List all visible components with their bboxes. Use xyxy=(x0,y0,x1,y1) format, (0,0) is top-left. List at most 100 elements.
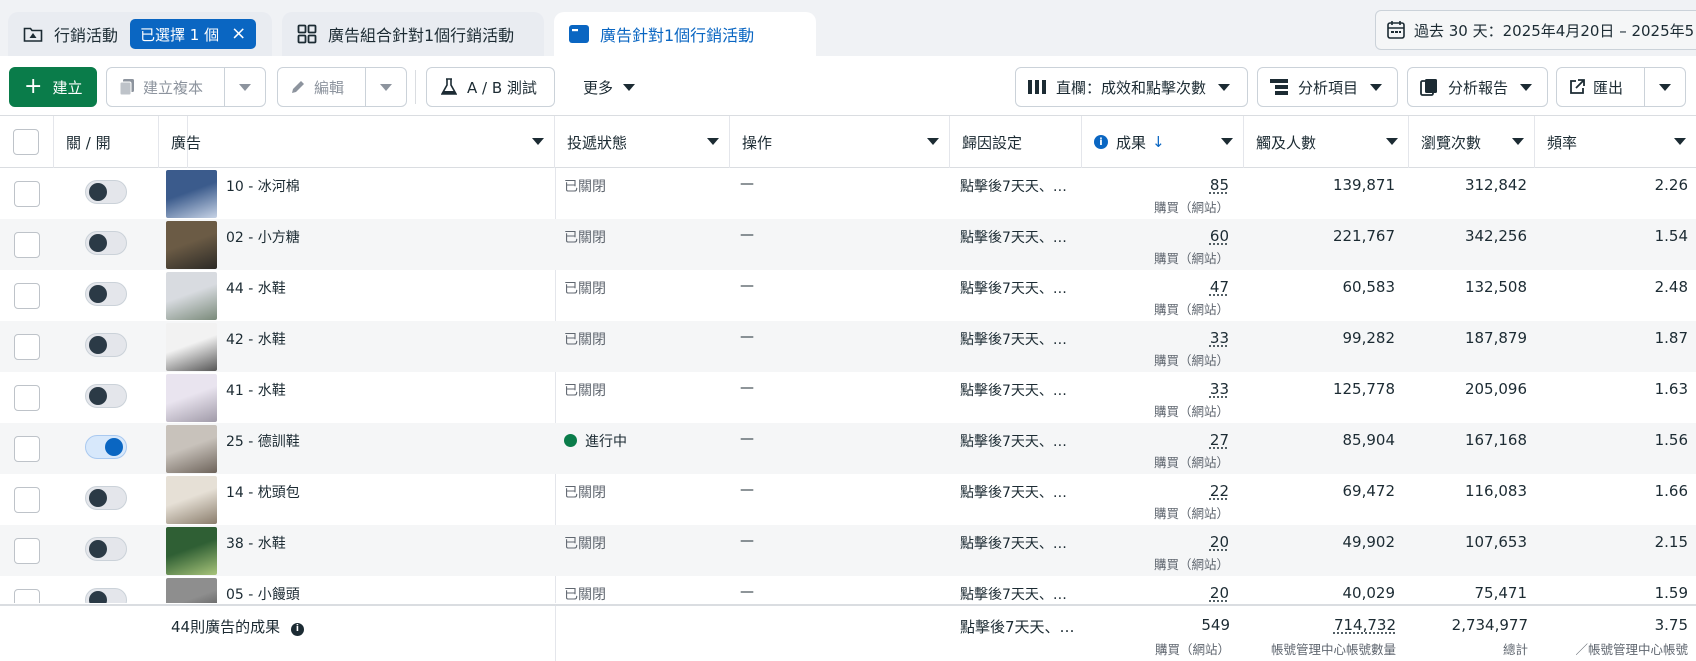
ad-toggle[interactable] xyxy=(85,537,127,561)
ad-thumbnail[interactable] xyxy=(166,170,217,218)
select-all-checkbox[interactable] xyxy=(13,129,39,155)
ad-toggle[interactable] xyxy=(85,588,127,603)
header-impressions[interactable]: 瀏覽次數 xyxy=(1409,116,1535,168)
ad-toggle[interactable] xyxy=(85,231,127,255)
chevron-down-icon[interactable] xyxy=(1221,138,1233,145)
ad-thumbnail[interactable] xyxy=(166,221,217,269)
ad-name[interactable]: 42 - 水鞋 xyxy=(226,329,286,349)
header-actions[interactable]: 操作 xyxy=(730,116,950,168)
row-checkbox[interactable] xyxy=(14,181,40,207)
table-row[interactable]: 02 - 小方糖 已關閉 — 點擊後7天天、… 60 購買（網站） 221,76… xyxy=(0,219,1696,270)
row-checkbox[interactable] xyxy=(14,436,40,462)
row-checkbox[interactable] xyxy=(14,334,40,360)
results-value[interactable]: 20 xyxy=(1210,533,1229,551)
ad-name[interactable]: 25 - 德訓鞋 xyxy=(226,431,300,451)
results-value[interactable]: 47 xyxy=(1210,278,1229,296)
results-value[interactable]: 85 xyxy=(1210,176,1229,194)
row-checkbox[interactable] xyxy=(14,385,40,411)
ad-thumbnail[interactable] xyxy=(166,527,217,575)
ad-toggle[interactable] xyxy=(85,333,127,357)
table-row[interactable]: 14 - 枕頭包 已關閉 — 點擊後7天天、… 22 購買（網站） 69,472… xyxy=(0,474,1696,525)
ad-name[interactable]: 14 - 枕頭包 xyxy=(226,482,300,502)
more-button[interactable]: 更多 xyxy=(570,67,648,107)
chevron-down-icon[interactable] xyxy=(1674,138,1686,145)
tab-ads[interactable]: 廣告針對1個行銷活動 xyxy=(554,12,816,56)
table-row[interactable]: 44 - 水鞋 已關閉 — 點擊後7天天、… 47 購買（網站） 60,583 … xyxy=(0,270,1696,321)
results-value[interactable]: 22 xyxy=(1210,482,1229,500)
reports-button[interactable]: 分析報告 xyxy=(1407,67,1548,107)
row-checkbox[interactable] xyxy=(14,487,40,513)
actions-value: — xyxy=(740,227,754,243)
chevron-down-icon[interactable] xyxy=(1386,138,1398,145)
ad-name[interactable]: 10 - 冰河棉 xyxy=(226,176,300,196)
ad-toggle[interactable] xyxy=(85,486,127,510)
header-ad[interactable]: 廣告 xyxy=(158,116,555,168)
attribution-value: 點擊後7天天、… xyxy=(960,536,1067,552)
chevron-down-icon[interactable] xyxy=(707,138,719,145)
ad-toggle[interactable] xyxy=(85,384,127,408)
results-value[interactable]: 33 xyxy=(1210,329,1229,347)
chevron-down-icon[interactable] xyxy=(532,138,544,145)
ad-toggle[interactable] xyxy=(85,180,127,204)
row-checkbox[interactable] xyxy=(14,589,40,603)
export-button[interactable]: 匯出 xyxy=(1556,67,1686,107)
footer-reach[interactable]: 714,732 xyxy=(1334,616,1396,634)
attribution-value: 點擊後7天天、… xyxy=(960,281,1067,297)
selected-badge[interactable]: 已選擇 1 個 × xyxy=(130,19,257,49)
chevron-down-icon[interactable] xyxy=(1512,138,1524,145)
ad-thumbnail[interactable] xyxy=(166,425,217,473)
row-checkbox[interactable] xyxy=(14,538,40,564)
ad-thumbnail[interactable] xyxy=(166,578,217,603)
table-row[interactable]: 42 - 水鞋 已關閉 — 點擊後7天天、… 33 購買（網站） 99,282 … xyxy=(0,321,1696,372)
results-value[interactable]: 27 xyxy=(1210,431,1229,449)
ad-name[interactable]: 44 - 水鞋 xyxy=(226,278,286,298)
breakdown-button[interactable]: 分析項目 xyxy=(1257,67,1398,107)
edit-dropdown[interactable] xyxy=(366,68,406,106)
info-icon[interactable]: i xyxy=(290,622,304,636)
clear-selection-icon[interactable]: × xyxy=(231,25,246,43)
create-button[interactable]: + 建立 xyxy=(9,67,97,107)
duplicate-dropdown[interactable] xyxy=(225,68,265,106)
header-results[interactable]: i 成果 ↓ xyxy=(1082,116,1244,168)
chevron-down-icon[interactable] xyxy=(927,138,939,145)
row-checkbox[interactable] xyxy=(14,283,40,309)
header-frequency[interactable]: 頻率 xyxy=(1535,116,1696,168)
export-dropdown[interactable] xyxy=(1645,68,1685,106)
impressions-value: 116,083 xyxy=(1464,482,1527,500)
ad-thumbnail[interactable] xyxy=(166,272,217,320)
table-row[interactable]: 05 - 小饅頭 已關閉 — 點擊後7天天、… 20 購買（網站） 40,029… xyxy=(0,576,1696,603)
tab-adsets[interactable]: 廣告組合針對1個行銷活動 xyxy=(282,12,544,56)
table-row[interactable]: 10 - 冰河棉 已關閉 — 點擊後7天天、… 85 購買（網站） 139,87… xyxy=(0,168,1696,219)
ad-thumbnail[interactable] xyxy=(166,323,217,371)
ad-thumbnail[interactable] xyxy=(166,476,217,524)
ad-name[interactable]: 02 - 小方糖 xyxy=(226,227,300,247)
delivery-status: 進行中 xyxy=(564,431,627,451)
ad-name[interactable]: 38 - 水鞋 xyxy=(226,533,286,553)
export-button-label: 匯出 xyxy=(1593,78,1624,97)
header-attribution[interactable]: 歸因設定 xyxy=(950,116,1082,168)
header-delivery[interactable]: 投遞狀態 xyxy=(555,116,730,168)
ab-test-button[interactable]: A / B 測試 xyxy=(426,67,555,107)
ad-name[interactable]: 05 - 小饅頭 xyxy=(226,584,300,603)
date-range-picker[interactable]: 過去 30 天：2025年4月20日 – 2025年5 xyxy=(1375,10,1696,50)
table-row[interactable]: 38 - 水鞋 已關閉 — 點擊後7天天、… 20 購買（網站） 49,902 … xyxy=(0,525,1696,576)
table-row[interactable]: 25 - 德訓鞋 進行中 — 點擊後7天天、… 27 購買（網站） 85,904… xyxy=(0,423,1696,474)
ad-name[interactable]: 41 - 水鞋 xyxy=(226,380,286,400)
sort-descending-icon[interactable]: ↓ xyxy=(1152,133,1165,151)
row-checkbox[interactable] xyxy=(14,232,40,258)
tab-campaigns[interactable]: 行銷活動 已選擇 1 個 × xyxy=(8,12,272,56)
results-value[interactable]: 60 xyxy=(1210,227,1229,245)
table-footer: 44則廣告的成果 i 點擊後7天天、… 549 購買（網站） 714,732 帳… xyxy=(0,604,1696,661)
duplicate-button[interactable]: 建立複本 xyxy=(106,67,266,107)
results-value[interactable]: 33 xyxy=(1210,380,1229,398)
results-value[interactable]: 20 xyxy=(1210,584,1229,602)
columns-button[interactable]: 直欄：成效和點擊次數 xyxy=(1015,67,1248,107)
header-reach[interactable]: 觸及人數 xyxy=(1244,116,1409,168)
ad-toggle[interactable] xyxy=(85,282,127,306)
table-row[interactable]: 41 - 水鞋 已關閉 — 點擊後7天天、… 33 購買（網站） 125,778… xyxy=(0,372,1696,423)
edit-button[interactable]: 編輯 xyxy=(277,67,407,107)
ad-toggle[interactable] xyxy=(85,435,127,459)
ad-thumbnail[interactable] xyxy=(166,374,217,422)
chevron-down-icon xyxy=(1218,83,1231,91)
info-icon[interactable]: i xyxy=(1094,135,1108,149)
